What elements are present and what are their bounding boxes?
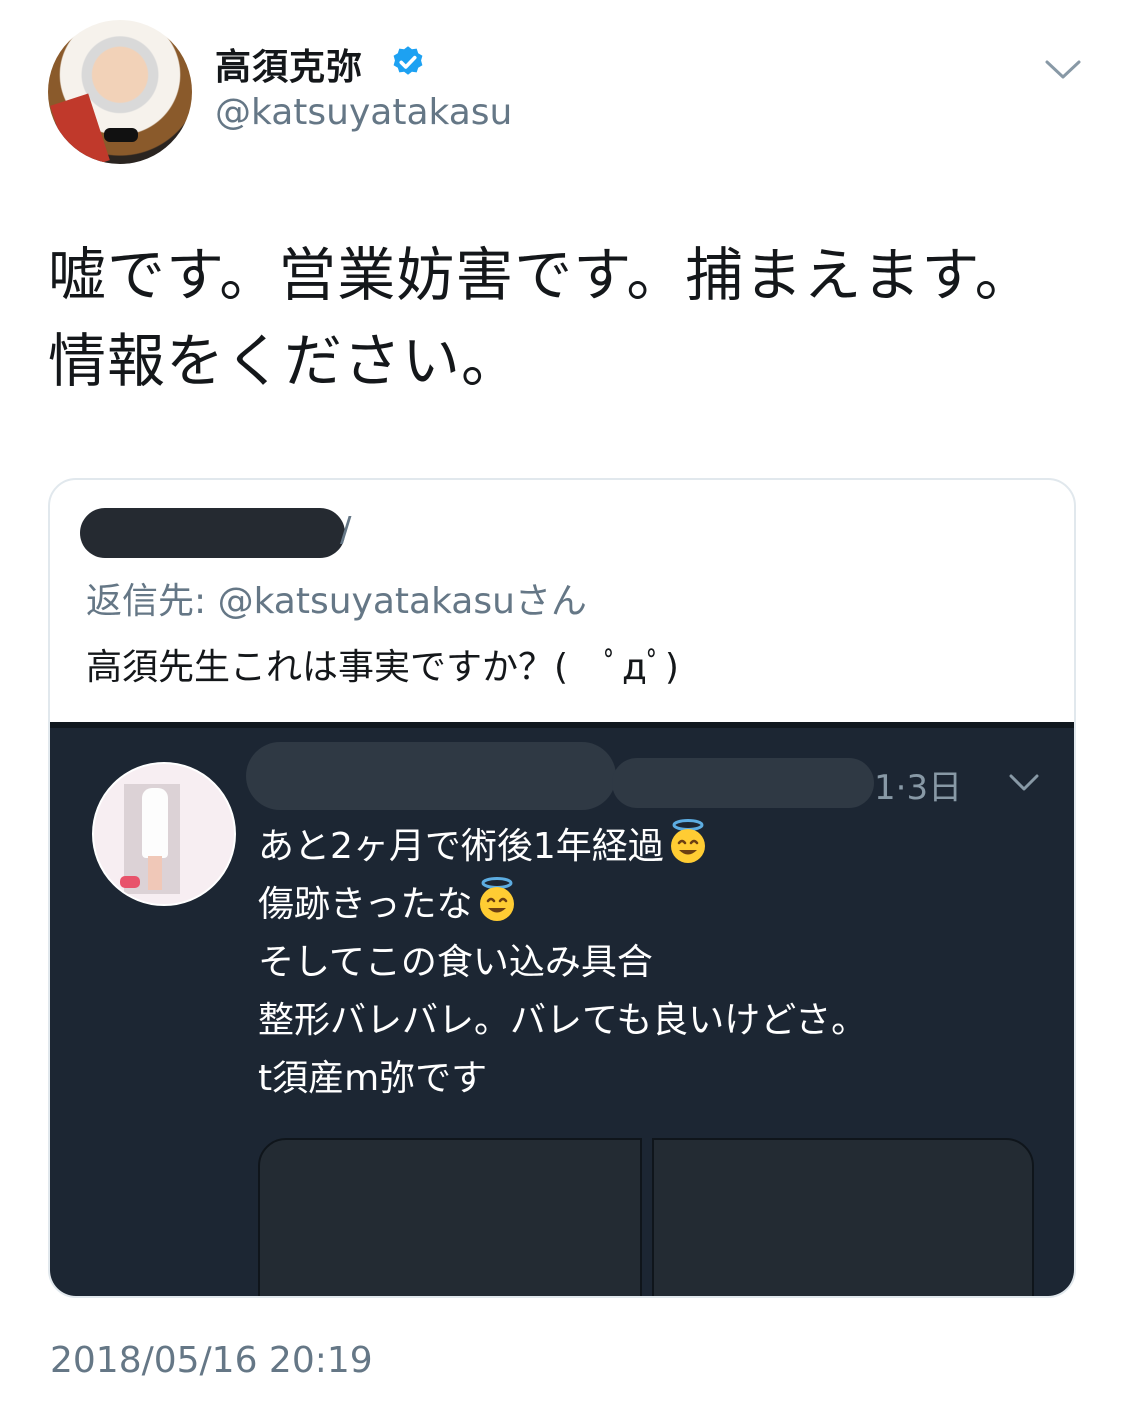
avatar-bowtie (104, 128, 138, 142)
author-avatar[interactable] (48, 20, 192, 164)
author-handle[interactable]: @katsuyatakasu (215, 92, 512, 133)
tweet-text: 嘘です。営業妨害です。捕まえます。情報をください。 (48, 241, 1034, 395)
avatar-legs (148, 856, 162, 890)
redacted-embedded-name (246, 742, 616, 810)
embedded-line: 傷跡きったな (258, 884, 473, 925)
chevron-down-icon (1009, 774, 1039, 791)
avatar-figure (142, 788, 168, 858)
embedded-post-time: 1·3日 (874, 768, 963, 808)
avatar-pink-item (120, 876, 140, 888)
avatar-sash (50, 93, 110, 164)
halo-smile-emoji-icon (670, 819, 705, 863)
embedded-line: あと2ヶ月で術後1年経過 (258, 826, 664, 867)
embedded-post-text: あと2ヶ月で術後1年経過 傷跡きったな そしてこの食い込み具合 整形バレバレ。バ… (258, 818, 867, 1108)
tweet-timestamp[interactable]: 2018/05/16 20:19 (50, 1340, 373, 1381)
embedded-line: 整形バレバレ。バレても良いけどさ。 (258, 1000, 868, 1041)
chevron-down-icon[interactable] (1044, 58, 1082, 82)
embedded-line: t須産m弥です (258, 1058, 488, 1099)
redacted-embedded-handle (612, 758, 874, 808)
author-display-name[interactable]: 高須克弥 (215, 38, 363, 90)
redacted-name (80, 508, 345, 558)
halo-smile-emoji-icon (479, 877, 514, 921)
reply-to-label: 返信先: @katsuyatakasuさん (86, 581, 587, 622)
quoted-tweet-card[interactable]: / 返信先: @katsuyatakasuさん 高須先生これは事実ですか？( ﾟ… (48, 478, 1076, 1298)
embedded-line: そしてこの食い込み具合 (258, 942, 653, 983)
name-fragment: / (340, 510, 352, 550)
embedded-avatar (92, 762, 236, 906)
embedded-media-left (258, 1138, 642, 1296)
quoted-tweet-text: 高須先生これは事実ですか？( ﾟдﾟ) (86, 647, 679, 688)
embedded-media-right (652, 1138, 1034, 1296)
screenshot-top-edge (50, 722, 1074, 728)
verified-badge-icon (393, 46, 423, 75)
